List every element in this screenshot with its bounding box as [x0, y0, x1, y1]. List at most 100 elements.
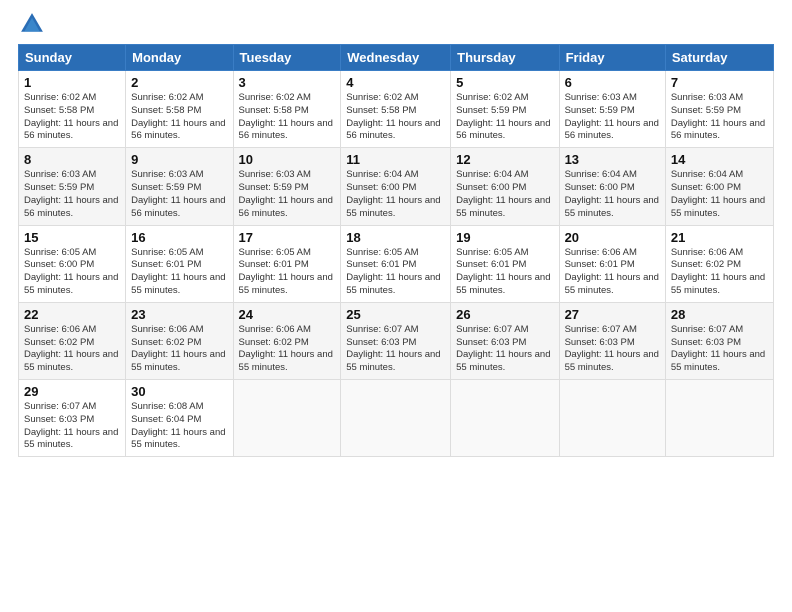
- calendar-cell: 16 Sunrise: 6:05 AM Sunset: 6:01 PM Dayl…: [126, 225, 233, 302]
- day-number: 24: [239, 307, 336, 322]
- day-info: Sunrise: 6:03 AM Sunset: 5:59 PM Dayligh…: [239, 169, 336, 220]
- calendar-cell: 11 Sunrise: 6:04 AM Sunset: 6:00 PM Dayl…: [341, 148, 451, 225]
- day-info: Sunrise: 6:06 AM Sunset: 6:01 PM Dayligh…: [565, 247, 660, 298]
- calendar-cell: 26 Sunrise: 6:07 AM Sunset: 6:03 PM Dayl…: [451, 302, 559, 379]
- day-info: Sunrise: 6:07 AM Sunset: 6:03 PM Dayligh…: [671, 324, 768, 375]
- day-number: 14: [671, 152, 768, 167]
- day-number: 23: [131, 307, 227, 322]
- day-info: Sunrise: 6:03 AM Sunset: 5:59 PM Dayligh…: [131, 169, 227, 220]
- day-number: 7: [671, 75, 768, 90]
- header-day-thursday: Thursday: [451, 45, 559, 71]
- day-info: Sunrise: 6:08 AM Sunset: 6:04 PM Dayligh…: [131, 401, 227, 452]
- day-info: Sunrise: 6:05 AM Sunset: 6:01 PM Dayligh…: [239, 247, 336, 298]
- header-day-friday: Friday: [559, 45, 665, 71]
- day-info: Sunrise: 6:06 AM Sunset: 6:02 PM Dayligh…: [239, 324, 336, 375]
- calendar-header: SundayMondayTuesdayWednesdayThursdayFrid…: [19, 45, 774, 71]
- day-info: Sunrise: 6:06 AM Sunset: 6:02 PM Dayligh…: [131, 324, 227, 375]
- day-number: 28: [671, 307, 768, 322]
- day-info: Sunrise: 6:02 AM Sunset: 5:58 PM Dayligh…: [239, 92, 336, 143]
- header-day-wednesday: Wednesday: [341, 45, 451, 71]
- day-info: Sunrise: 6:03 AM Sunset: 5:59 PM Dayligh…: [565, 92, 660, 143]
- calendar-body: 1 Sunrise: 6:02 AM Sunset: 5:58 PM Dayli…: [19, 71, 774, 457]
- day-info: Sunrise: 6:06 AM Sunset: 6:02 PM Dayligh…: [24, 324, 120, 375]
- day-info: Sunrise: 6:05 AM Sunset: 6:00 PM Dayligh…: [24, 247, 120, 298]
- day-number: 16: [131, 230, 227, 245]
- day-number: 3: [239, 75, 336, 90]
- day-number: 19: [456, 230, 553, 245]
- day-number: 13: [565, 152, 660, 167]
- header-row: SundayMondayTuesdayWednesdayThursdayFrid…: [19, 45, 774, 71]
- calendar-cell: 30 Sunrise: 6:08 AM Sunset: 6:04 PM Dayl…: [126, 380, 233, 457]
- calendar-cell: 10 Sunrise: 6:03 AM Sunset: 5:59 PM Dayl…: [233, 148, 341, 225]
- header-day-sunday: Sunday: [19, 45, 126, 71]
- calendar-cell: 15 Sunrise: 6:05 AM Sunset: 6:00 PM Dayl…: [19, 225, 126, 302]
- day-number: 26: [456, 307, 553, 322]
- calendar-cell: 4 Sunrise: 6:02 AM Sunset: 5:58 PM Dayli…: [341, 71, 451, 148]
- day-number: 5: [456, 75, 553, 90]
- calendar-cell-empty: [559, 380, 665, 457]
- calendar-cell: 17 Sunrise: 6:05 AM Sunset: 6:01 PM Dayl…: [233, 225, 341, 302]
- day-number: 11: [346, 152, 445, 167]
- day-info: Sunrise: 6:07 AM Sunset: 6:03 PM Dayligh…: [565, 324, 660, 375]
- day-info: Sunrise: 6:05 AM Sunset: 6:01 PM Dayligh…: [346, 247, 445, 298]
- day-number: 9: [131, 152, 227, 167]
- day-number: 10: [239, 152, 336, 167]
- day-number: 20: [565, 230, 660, 245]
- logo: [18, 10, 50, 38]
- day-number: 25: [346, 307, 445, 322]
- day-info: Sunrise: 6:07 AM Sunset: 6:03 PM Dayligh…: [24, 401, 120, 452]
- calendar-cell-empty: [233, 380, 341, 457]
- calendar-cell: 2 Sunrise: 6:02 AM Sunset: 5:58 PM Dayli…: [126, 71, 233, 148]
- calendar-cell-empty: [665, 380, 773, 457]
- day-info: Sunrise: 6:02 AM Sunset: 5:58 PM Dayligh…: [131, 92, 227, 143]
- calendar-cell: 8 Sunrise: 6:03 AM Sunset: 5:59 PM Dayli…: [19, 148, 126, 225]
- calendar-page: SundayMondayTuesdayWednesdayThursdayFrid…: [0, 0, 792, 612]
- calendar-cell: 5 Sunrise: 6:02 AM Sunset: 5:59 PM Dayli…: [451, 71, 559, 148]
- calendar-table: SundayMondayTuesdayWednesdayThursdayFrid…: [18, 44, 774, 457]
- day-number: 2: [131, 75, 227, 90]
- day-info: Sunrise: 6:07 AM Sunset: 6:03 PM Dayligh…: [456, 324, 553, 375]
- calendar-cell: 20 Sunrise: 6:06 AM Sunset: 6:01 PM Dayl…: [559, 225, 665, 302]
- calendar-week-row: 1 Sunrise: 6:02 AM Sunset: 5:58 PM Dayli…: [19, 71, 774, 148]
- calendar-cell: 6 Sunrise: 6:03 AM Sunset: 5:59 PM Dayli…: [559, 71, 665, 148]
- calendar-cell-empty: [451, 380, 559, 457]
- calendar-cell: 27 Sunrise: 6:07 AM Sunset: 6:03 PM Dayl…: [559, 302, 665, 379]
- calendar-cell: 24 Sunrise: 6:06 AM Sunset: 6:02 PM Dayl…: [233, 302, 341, 379]
- day-info: Sunrise: 6:05 AM Sunset: 6:01 PM Dayligh…: [131, 247, 227, 298]
- day-number: 15: [24, 230, 120, 245]
- day-number: 17: [239, 230, 336, 245]
- day-number: 22: [24, 307, 120, 322]
- day-number: 30: [131, 384, 227, 399]
- calendar-cell: 7 Sunrise: 6:03 AM Sunset: 5:59 PM Dayli…: [665, 71, 773, 148]
- calendar-cell: 21 Sunrise: 6:06 AM Sunset: 6:02 PM Dayl…: [665, 225, 773, 302]
- calendar-cell: 13 Sunrise: 6:04 AM Sunset: 6:00 PM Dayl…: [559, 148, 665, 225]
- calendar-cell: 14 Sunrise: 6:04 AM Sunset: 6:00 PM Dayl…: [665, 148, 773, 225]
- header-day-monday: Monday: [126, 45, 233, 71]
- day-number: 21: [671, 230, 768, 245]
- day-number: 12: [456, 152, 553, 167]
- day-info: Sunrise: 6:04 AM Sunset: 6:00 PM Dayligh…: [671, 169, 768, 220]
- day-info: Sunrise: 6:03 AM Sunset: 5:59 PM Dayligh…: [24, 169, 120, 220]
- header-day-saturday: Saturday: [665, 45, 773, 71]
- day-number: 29: [24, 384, 120, 399]
- calendar-cell: 9 Sunrise: 6:03 AM Sunset: 5:59 PM Dayli…: [126, 148, 233, 225]
- calendar-cell: 28 Sunrise: 6:07 AM Sunset: 6:03 PM Dayl…: [665, 302, 773, 379]
- calendar-cell: 1 Sunrise: 6:02 AM Sunset: 5:58 PM Dayli…: [19, 71, 126, 148]
- day-number: 8: [24, 152, 120, 167]
- calendar-week-row: 15 Sunrise: 6:05 AM Sunset: 6:00 PM Dayl…: [19, 225, 774, 302]
- calendar-cell: 18 Sunrise: 6:05 AM Sunset: 6:01 PM Dayl…: [341, 225, 451, 302]
- day-info: Sunrise: 6:06 AM Sunset: 6:02 PM Dayligh…: [671, 247, 768, 298]
- day-info: Sunrise: 6:04 AM Sunset: 6:00 PM Dayligh…: [565, 169, 660, 220]
- logo-icon: [18, 10, 46, 38]
- day-info: Sunrise: 6:02 AM Sunset: 5:59 PM Dayligh…: [456, 92, 553, 143]
- day-number: 27: [565, 307, 660, 322]
- calendar-cell: 12 Sunrise: 6:04 AM Sunset: 6:00 PM Dayl…: [451, 148, 559, 225]
- day-number: 1: [24, 75, 120, 90]
- day-number: 4: [346, 75, 445, 90]
- calendar-cell: 22 Sunrise: 6:06 AM Sunset: 6:02 PM Dayl…: [19, 302, 126, 379]
- day-info: Sunrise: 6:07 AM Sunset: 6:03 PM Dayligh…: [346, 324, 445, 375]
- calendar-cell: 29 Sunrise: 6:07 AM Sunset: 6:03 PM Dayl…: [19, 380, 126, 457]
- calendar-week-row: 29 Sunrise: 6:07 AM Sunset: 6:03 PM Dayl…: [19, 380, 774, 457]
- calendar-week-row: 22 Sunrise: 6:06 AM Sunset: 6:02 PM Dayl…: [19, 302, 774, 379]
- day-info: Sunrise: 6:03 AM Sunset: 5:59 PM Dayligh…: [671, 92, 768, 143]
